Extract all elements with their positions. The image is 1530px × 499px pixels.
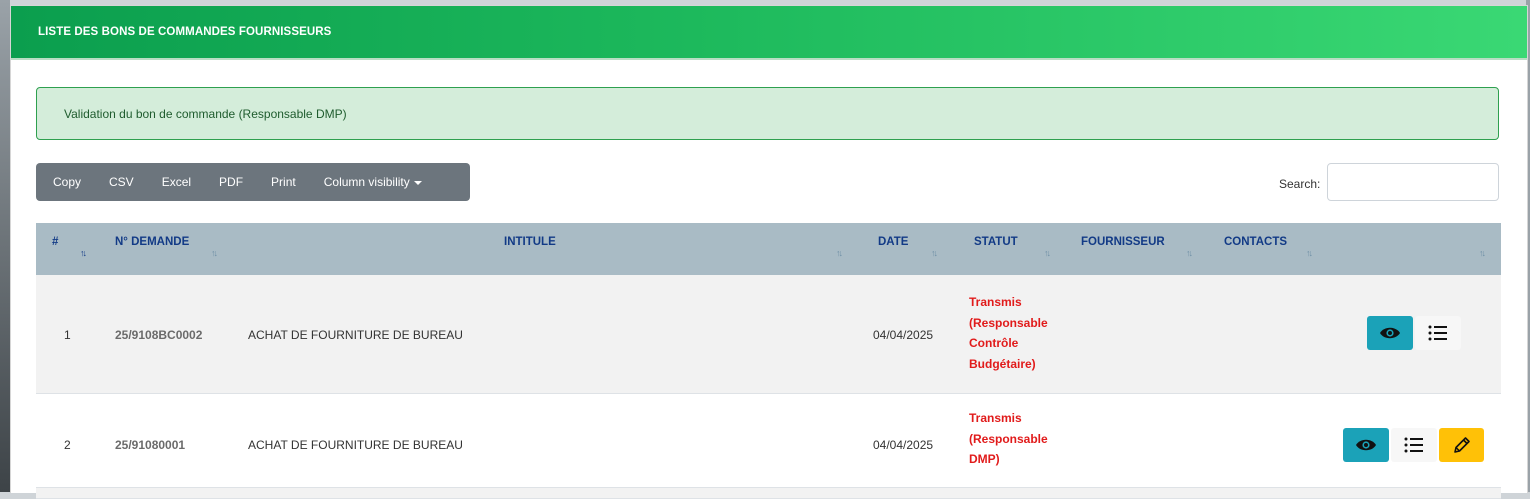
pencil-icon bbox=[1453, 437, 1470, 453]
table-header: # ↑↓ N° DEMANDE ↑↓ INTITULE ↑↓ DATE ↑↓ S… bbox=[36, 223, 1501, 275]
details-button[interactable] bbox=[1415, 316, 1461, 350]
view-button[interactable] bbox=[1343, 428, 1389, 462]
sort-icon[interactable]: ↑↓ bbox=[1044, 248, 1051, 258]
search-label: Search: bbox=[1279, 177, 1321, 191]
csv-button[interactable]: CSV bbox=[95, 163, 148, 201]
row-intitule: ACHAT DE FOURNITURE DE BUREAU bbox=[248, 328, 463, 342]
row-statut: Transmis (Responsable Contrôle Budgétair… bbox=[969, 295, 1048, 371]
pdf-button[interactable]: PDF bbox=[205, 163, 257, 201]
export-button-group: Copy CSV Excel PDF Print Column visibili… bbox=[36, 163, 470, 201]
row-date: 04/04/2025 bbox=[873, 438, 934, 452]
row-index: 1 bbox=[64, 328, 71, 342]
details-button[interactable] bbox=[1391, 428, 1437, 462]
page-title: LISTE DES BONS DE COMMANDES FOURNISSEURS bbox=[38, 26, 332, 38]
column-header-numero[interactable]: N° DEMANDE bbox=[115, 223, 189, 275]
table-row: 1 25/9108BC0002 ACHAT DE FOURNITURE DE B… bbox=[36, 275, 1501, 394]
column-header-index[interactable]: # bbox=[52, 223, 58, 275]
excel-button[interactable]: Excel bbox=[148, 163, 205, 201]
column-visibility-button[interactable]: Column visibility bbox=[310, 163, 436, 201]
sort-icon[interactable]: ↑↓ bbox=[931, 248, 938, 258]
row-index: 2 bbox=[64, 438, 71, 452]
column-header-intitule[interactable]: INTITULE bbox=[504, 223, 556, 275]
success-alert: Validation du bon de commande (Responsab… bbox=[36, 87, 1499, 140]
orders-card: LISTE DES BONS DE COMMANDES FOURNISSEURS… bbox=[10, 5, 1528, 499]
sort-icon[interactable]: ↑↓ bbox=[1186, 248, 1193, 258]
edit-button[interactable] bbox=[1439, 428, 1484, 462]
print-button[interactable]: Print bbox=[257, 163, 310, 201]
caret-down-icon bbox=[413, 180, 422, 185]
row-numero: 25/91080001 bbox=[115, 438, 186, 452]
sort-asc-icon[interactable]: ↑↓ bbox=[80, 248, 87, 258]
copy-button[interactable]: Copy bbox=[36, 163, 95, 201]
row-numero: 25/9108BC0002 bbox=[115, 328, 203, 342]
eye-icon bbox=[1356, 439, 1376, 451]
search-input[interactable] bbox=[1327, 163, 1499, 201]
background-left bbox=[0, 0, 10, 492]
row-intitule: ACHAT DE FOURNITURE DE BUREAU bbox=[248, 438, 463, 452]
sort-icon[interactable]: ↑↓ bbox=[836, 248, 843, 258]
eye-icon bbox=[1380, 327, 1400, 339]
sort-icon[interactable]: ↑↓ bbox=[1479, 248, 1486, 258]
column-header-statut[interactable]: STATUT bbox=[974, 223, 1018, 275]
row-statut: Transmis (Responsable DMP) bbox=[969, 411, 1048, 466]
row-date: 04/04/2025 bbox=[873, 328, 934, 342]
column-visibility-label: Column visibility bbox=[323, 175, 410, 189]
view-button[interactable] bbox=[1367, 316, 1413, 350]
table-row bbox=[36, 488, 1501, 499]
column-header-fournisseur[interactable]: FOURNISSEUR bbox=[1081, 223, 1165, 275]
sort-icon[interactable]: ↑↓ bbox=[1306, 248, 1313, 258]
column-header-date[interactable]: DATE bbox=[878, 223, 908, 275]
list-icon bbox=[1428, 325, 1447, 341]
list-icon bbox=[1404, 437, 1423, 453]
table-row: 2 25/91080001 ACHAT DE FOURNITURE DE BUR… bbox=[36, 394, 1501, 488]
column-header-contacts[interactable]: CONTACTS bbox=[1224, 223, 1287, 275]
sort-icon[interactable]: ↑↓ bbox=[211, 248, 218, 258]
card-header: LISTE DES BONS DE COMMANDES FOURNISSEURS bbox=[11, 6, 1527, 60]
